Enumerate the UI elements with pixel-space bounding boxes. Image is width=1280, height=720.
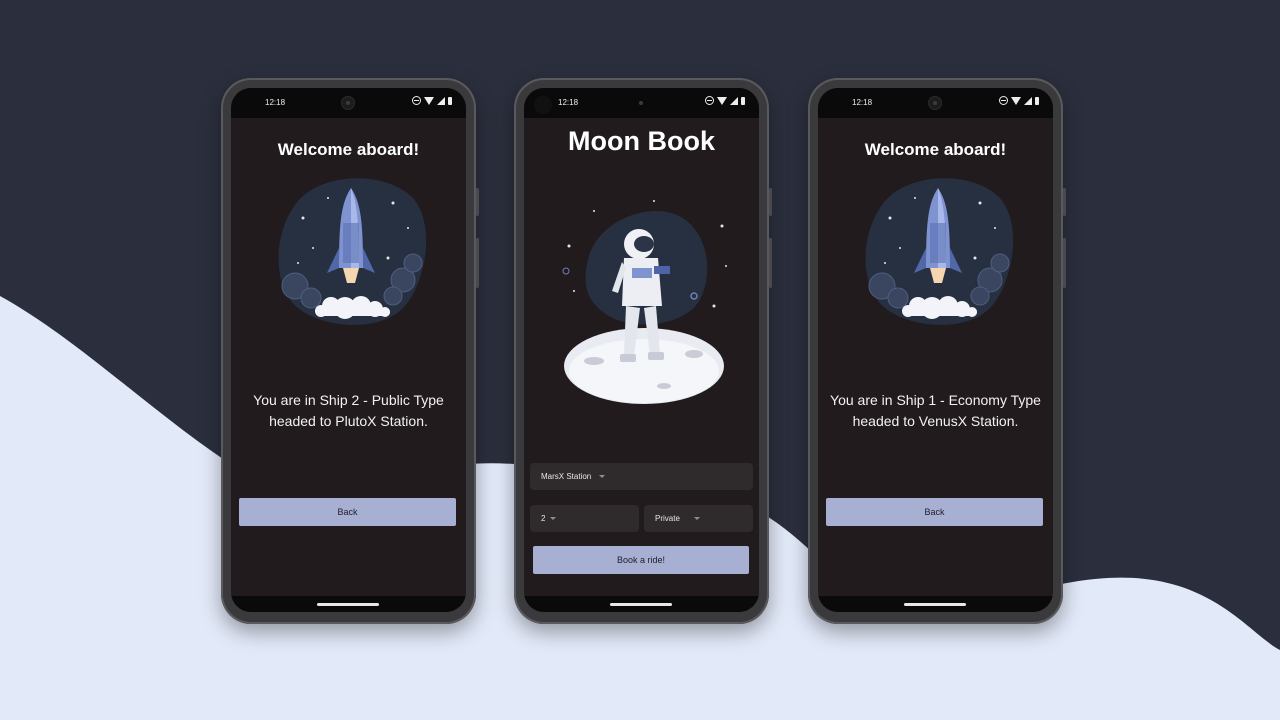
ship-assignment-message: You are in Ship 2 - Public Type headed t…	[253, 392, 444, 429]
status-time: 12:18	[265, 98, 286, 107]
rocket-launch-illustration	[865, 178, 1014, 325]
phone-frame-ship2: 12:18 Welcome aboard! You are in Ship 2 …	[221, 78, 479, 624]
welcome-screen: 12:18 Welcome aboard! You are in Ship 1 …	[818, 88, 1053, 612]
front-camera-icon	[928, 96, 942, 110]
chevron-down-icon	[693, 517, 700, 520]
passenger-count-value: 2	[541, 514, 546, 523]
rocket-launch-illustration	[278, 178, 427, 325]
status-time: 12:18	[852, 98, 873, 107]
wifi-icon	[717, 96, 727, 105]
ride-type-select[interactable]: Private	[644, 505, 753, 532]
wifi-icon	[1011, 96, 1021, 105]
page-title: Welcome aboard!	[277, 140, 420, 159]
welcome-screen: 12:18 Welcome aboard! You are in Ship 2 …	[231, 88, 466, 612]
do-not-disturb-icon	[705, 96, 714, 105]
astronaut-illustration	[562, 200, 727, 404]
signal-icon	[1024, 96, 1032, 105]
back-button[interactable]: Back	[826, 498, 1043, 526]
station-select-value: MarsX Station	[541, 472, 592, 481]
station-select[interactable]: MarsX Station	[530, 463, 753, 490]
signal-icon	[437, 96, 445, 105]
phone-frame-ship1: 12:18 Welcome aboard! You are in Ship 1 …	[808, 78, 1066, 624]
battery-icon	[741, 96, 745, 105]
status-bar: 12:18	[231, 88, 466, 118]
wifi-icon	[424, 96, 434, 105]
book-ride-button[interactable]: Book a ride!	[533, 546, 749, 574]
front-camera-icon	[341, 96, 355, 110]
home-indicator[interactable]	[904, 603, 966, 606]
phone-frame-booking: 12:18 Moon Book MarsX Station 2 Private …	[514, 78, 772, 624]
battery-icon	[1035, 96, 1039, 105]
punch-hole-camera-icon	[534, 96, 552, 114]
status-bar: 12:18	[524, 88, 759, 118]
page-title: Welcome aboard!	[864, 140, 1007, 159]
status-bar: 12:18	[818, 88, 1053, 118]
front-camera-icon	[634, 96, 648, 110]
battery-icon	[448, 96, 452, 105]
do-not-disturb-icon	[412, 96, 421, 105]
passenger-count-select[interactable]: 2	[530, 505, 639, 532]
home-indicator[interactable]	[610, 603, 672, 606]
do-not-disturb-icon	[999, 96, 1008, 105]
back-button[interactable]: Back	[239, 498, 456, 526]
chevron-down-icon	[550, 517, 557, 520]
app-title: Moon Book	[568, 126, 715, 156]
chevron-down-icon	[599, 475, 606, 478]
ride-type-value: Private	[655, 514, 680, 523]
signal-icon	[730, 96, 738, 105]
home-indicator[interactable]	[317, 603, 379, 606]
booking-screen: 12:18 Moon Book MarsX Station 2 Private …	[524, 88, 759, 612]
ship-assignment-message: You are in Ship 1 - Economy Type headed …	[830, 392, 1041, 429]
status-time: 12:18	[558, 98, 579, 107]
